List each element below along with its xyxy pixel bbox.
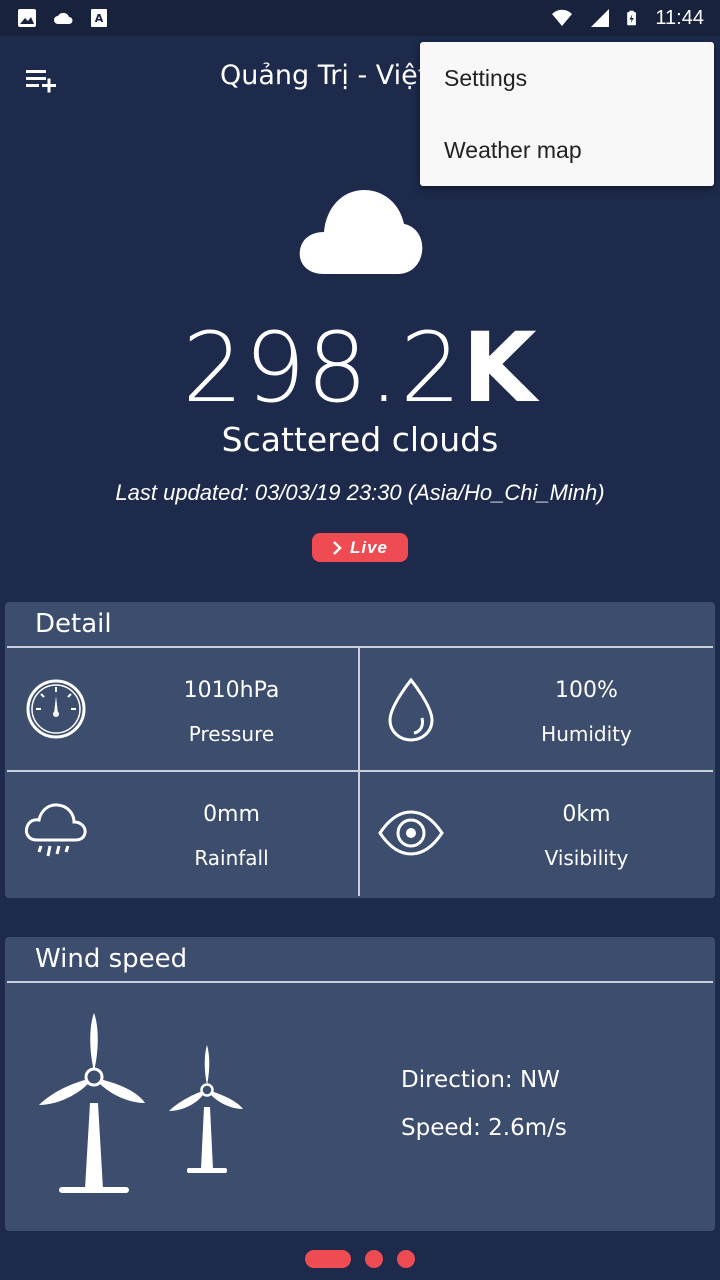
wind-title: Wind speed [7, 937, 713, 983]
wind-speed: Speed: 2.6m/s [401, 1115, 567, 1141]
page-dot-active[interactable] [305, 1250, 351, 1268]
menu-item-weather-map[interactable]: Weather map [420, 114, 714, 186]
wind-turbine-icon [39, 1013, 145, 1193]
signal-icon [591, 9, 610, 27]
wind-turbine-icon [169, 1045, 243, 1173]
humidity-label: Humidity [541, 722, 632, 746]
page-indicator [0, 1249, 720, 1269]
humidity-value: 100% [555, 678, 618, 703]
wind-direction: Direction: NW [401, 1067, 560, 1093]
pressure-value: 1010hPa [183, 678, 280, 703]
cloud-icon [299, 190, 423, 274]
status-left: A [16, 7, 110, 29]
overflow-menu: Settings Weather map [420, 42, 714, 186]
detail-title: Detail [7, 602, 713, 648]
svg-text:A: A [95, 12, 104, 25]
rainfall-label: Rainfall [194, 846, 269, 870]
eye-icon [378, 810, 444, 856]
visibility-cell: 0km Visibility [360, 772, 713, 894]
visibility-value: 0km [562, 802, 611, 827]
pressure-cell: 1010hPa Pressure [5, 648, 358, 770]
weather-condition: Scattered clouds [221, 420, 499, 459]
status-bar: A 11:44 [0, 0, 720, 36]
page-dot[interactable] [365, 1250, 383, 1268]
gauge-icon [26, 679, 86, 739]
live-button[interactable]: Live [312, 533, 408, 562]
battery-charging-icon [627, 10, 637, 26]
live-label: Live [349, 537, 389, 557]
menu-item-settings[interactable]: Settings [420, 42, 714, 114]
status-right: 11:44 [549, 7, 704, 30]
wifi-icon [552, 9, 573, 26]
chevron-right-icon [333, 540, 342, 555]
detail-grid: 1010hPa Pressure 100% Humidity 0mm Rainf… [5, 648, 715, 896]
humidity-cell: 100% Humidity [360, 648, 713, 770]
temperature-unit: K [462, 312, 538, 424]
status-time: 11:44 [655, 6, 704, 29]
image-icon [18, 9, 36, 27]
rainfall-cell: 0mm Rainfall [5, 772, 358, 894]
cloud-icon [54, 12, 73, 24]
font-a-icon: A [91, 9, 107, 27]
visibility-label: Visibility [544, 846, 629, 870]
page-dot[interactable] [397, 1250, 415, 1268]
water-drop-icon [388, 677, 434, 742]
detail-card: Detail 1010hPa Pressure 100% Humidity 0m… [5, 602, 715, 898]
rain-cloud-icon [24, 803, 87, 857]
temperature-value: 298.2 [182, 312, 463, 424]
temperature: 298.2K [0, 312, 720, 424]
rainfall-value: 0mm [203, 802, 260, 827]
wind-body: Direction: NW Speed: 2.6m/s [5, 983, 715, 1229]
last-updated: Last updated: 03/03/19 23:30 (Asia/Ho_Ch… [115, 480, 605, 505]
pressure-label: Pressure [188, 722, 275, 746]
wind-card: Wind speed Direction: NW Speed: 2.6m/s [5, 937, 715, 1231]
